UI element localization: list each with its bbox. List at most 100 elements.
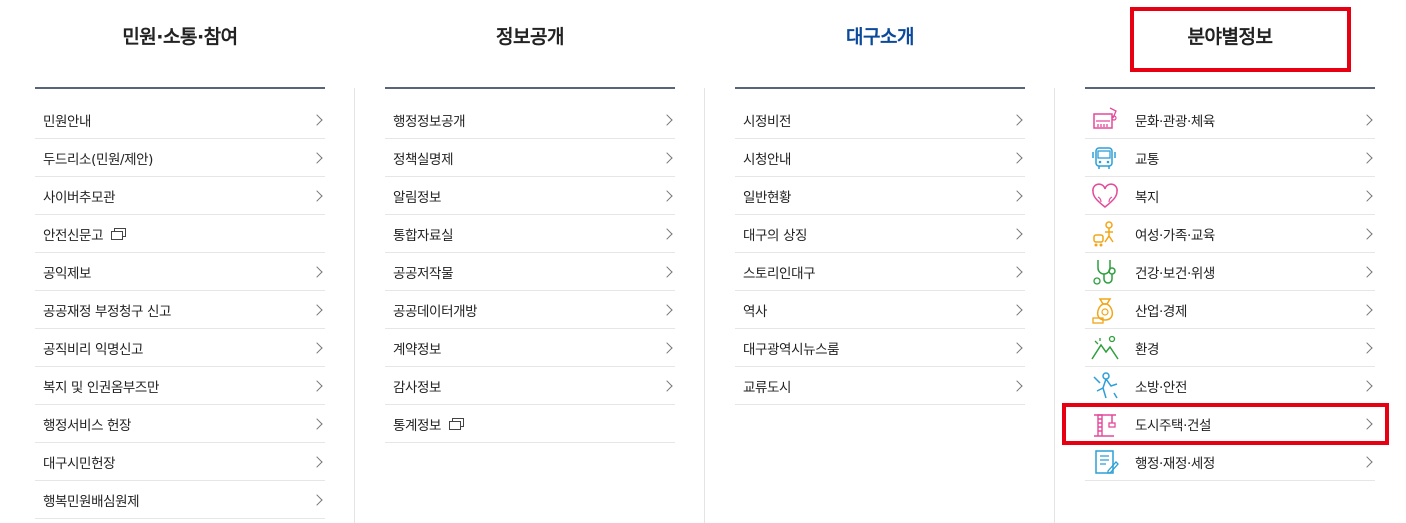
chevron-right-icon bbox=[1361, 227, 1373, 240]
menu-item[interactable]: 교통 bbox=[1085, 139, 1375, 177]
menu-item-label: 공공저작물 bbox=[393, 265, 454, 282]
menu-item-label: 대구시민헌장 bbox=[43, 455, 116, 472]
chevron-right-icon bbox=[1011, 227, 1023, 240]
column-title-about-daegu[interactable]: 대구소개 bbox=[735, 22, 1025, 49]
document-icon bbox=[1095, 450, 1119, 474]
menu-item-label: 일반현황 bbox=[743, 189, 792, 206]
chevron-right-icon bbox=[661, 303, 673, 316]
menu-item[interactable]: 행정정보공개 bbox=[385, 101, 675, 139]
chevron-right-icon bbox=[311, 379, 323, 392]
chevron-right-icon bbox=[661, 151, 673, 164]
menu-item[interactable]: 공공데이터개방 bbox=[385, 291, 675, 329]
chevron-right-icon bbox=[1361, 379, 1373, 392]
menu-item[interactable]: 공익제보 bbox=[35, 253, 325, 291]
stethoscope-icon bbox=[1093, 260, 1116, 285]
column-rule bbox=[35, 87, 325, 89]
menu-item[interactable]: 스토리인대구 bbox=[735, 253, 1025, 291]
menu-item[interactable]: 사이버추모관 bbox=[35, 177, 325, 215]
menu-item[interactable]: 행정서비스 헌장 bbox=[35, 405, 325, 443]
menu-list-about-daegu: 시정비전 시청안내 일반현황 대구의 상징 스토리인대구 역사 대구광역시뉴스룸… bbox=[735, 101, 1025, 405]
menu-item-label: 복지 및 인권옴부즈만 bbox=[43, 379, 159, 396]
menu-item[interactable]: 역사 bbox=[735, 291, 1025, 329]
menu-item-label: 안전신문고 bbox=[43, 227, 104, 244]
chevron-right-icon bbox=[1011, 189, 1023, 202]
menu-item[interactable]: 계약정보 bbox=[385, 329, 675, 367]
menu-item[interactable]: 환경 bbox=[1085, 329, 1375, 367]
chevron-right-icon bbox=[311, 341, 323, 354]
family-icon bbox=[1093, 221, 1114, 247]
menu-item-label: 행정서비스 헌장 bbox=[43, 417, 132, 434]
menu-item[interactable]: 행복민원배심원제 bbox=[35, 481, 325, 519]
crane-icon bbox=[1094, 414, 1116, 437]
menu-item[interactable]: 안전신문고 bbox=[35, 215, 325, 253]
chevron-right-icon bbox=[311, 189, 323, 202]
menu-item-label: 알림정보 bbox=[393, 189, 442, 206]
column-rule bbox=[385, 87, 675, 89]
menu-item[interactable]: 두드리소(민원/제안) bbox=[35, 139, 325, 177]
bus-icon bbox=[1092, 147, 1116, 169]
menu-item-label: 감사정보 bbox=[393, 379, 442, 396]
menu-item[interactable]: 소방·안전 bbox=[1085, 367, 1375, 405]
chevron-right-icon bbox=[311, 455, 323, 468]
menu-item[interactable]: 복지 bbox=[1085, 177, 1375, 215]
menu-item[interactable]: 시정비전 bbox=[735, 101, 1025, 139]
heart-icon bbox=[1092, 183, 1118, 208]
mountain-icon bbox=[1091, 335, 1119, 360]
menu-item[interactable]: 여성·가족·교육 bbox=[1085, 215, 1375, 253]
menu-item[interactable]: 건강·보건·위생 bbox=[1085, 253, 1375, 291]
menu-item[interactable]: 복지 및 인권옴부즈만 bbox=[35, 367, 325, 405]
menu-item[interactable]: 감사정보 bbox=[385, 367, 675, 405]
chevron-right-icon bbox=[311, 303, 323, 316]
menu-item[interactable]: 대구의 상징 bbox=[735, 215, 1025, 253]
chevron-right-icon bbox=[1011, 341, 1023, 354]
column-title-info-disclosure[interactable]: 정보공개 bbox=[385, 22, 675, 49]
chevron-right-icon bbox=[1361, 417, 1373, 430]
menu-item[interactable]: 도시주택·건설 bbox=[1085, 405, 1375, 443]
menu-item[interactable]: 행정·재정·세정 bbox=[1085, 443, 1375, 481]
menu-item-label: 두드리소(민원/제안) bbox=[43, 151, 154, 168]
column-title-civil[interactable]: 민원·소통·참여 bbox=[35, 22, 325, 49]
column-divider bbox=[704, 88, 705, 523]
menu-item[interactable]: 알림정보 bbox=[385, 177, 675, 215]
menu-item-label: 스토리인대구 bbox=[743, 265, 816, 282]
menu-item[interactable]: 산업·경제 bbox=[1085, 291, 1375, 329]
menu-item[interactable]: 정책실명제 bbox=[385, 139, 675, 177]
menu-item[interactable]: 문화·관광·체육 bbox=[1085, 101, 1375, 139]
menu-item[interactable]: 통계정보 bbox=[385, 405, 675, 443]
column-info-disclosure: 정보공개 행정정보공개 정책실명제 알림정보 통합자료실 공공저작물 공공데이터… bbox=[385, 0, 675, 523]
chevron-right-icon bbox=[661, 341, 673, 354]
menu-item-label: 통계정보 bbox=[393, 417, 442, 434]
menu-item[interactable]: 통합자료실 bbox=[385, 215, 675, 253]
column-title-field-info[interactable]: 분야별정보 bbox=[1085, 22, 1375, 49]
menu-item-label: 정책실명제 bbox=[393, 151, 454, 168]
column-rule bbox=[1085, 87, 1375, 89]
menu-item[interactable]: 공공저작물 bbox=[385, 253, 675, 291]
menu-item-label: 시정비전 bbox=[743, 113, 792, 130]
chevron-right-icon bbox=[1361, 455, 1373, 468]
chevron-right-icon bbox=[1361, 341, 1373, 354]
menu-item[interactable]: 대구광역시뉴스룸 bbox=[735, 329, 1025, 367]
menu-item[interactable]: 교류도시 bbox=[735, 367, 1025, 405]
menu-item-label: 공익제보 bbox=[43, 265, 92, 282]
menu-item[interactable]: 민원안내 bbox=[35, 101, 325, 139]
menu-item[interactable]: 대구시민헌장 bbox=[35, 443, 325, 481]
menu-item[interactable]: 공공재정 부정청구 신고 bbox=[35, 291, 325, 329]
menu-item-label: 행정정보공개 bbox=[393, 113, 466, 130]
chevron-right-icon bbox=[661, 379, 673, 392]
menu-item[interactable]: 일반현황 bbox=[735, 177, 1025, 215]
menu-item-label: 통합자료실 bbox=[393, 227, 454, 244]
chevron-right-icon bbox=[311, 151, 323, 164]
menu-item-label: 교류도시 bbox=[743, 379, 792, 396]
chevron-right-icon bbox=[661, 227, 673, 240]
chevron-right-icon bbox=[311, 417, 323, 430]
chevron-right-icon bbox=[1361, 113, 1373, 126]
menu-item[interactable]: 공직비리 익명신고 bbox=[35, 329, 325, 367]
chevron-right-icon bbox=[1361, 151, 1373, 164]
menu-list-info-disclosure: 행정정보공개 정책실명제 알림정보 통합자료실 공공저작물 공공데이터개방 계약… bbox=[385, 101, 675, 443]
column-field-info: 분야별정보 문화·관광·체육 교통 복지 여성·가족·교육 건강·보건·위생 산… bbox=[1085, 0, 1375, 523]
chevron-right-icon bbox=[1011, 303, 1023, 316]
menu-item-label: 공공재정 부정청구 신고 bbox=[43, 303, 171, 320]
menu-item-label: 대구광역시뉴스룸 bbox=[743, 341, 840, 358]
menu-item[interactable]: 시청안내 bbox=[735, 139, 1025, 177]
column-civil: 민원·소통·참여 민원안내 두드리소(민원/제안) 사이버추모관 안전신문고 공… bbox=[35, 0, 325, 523]
